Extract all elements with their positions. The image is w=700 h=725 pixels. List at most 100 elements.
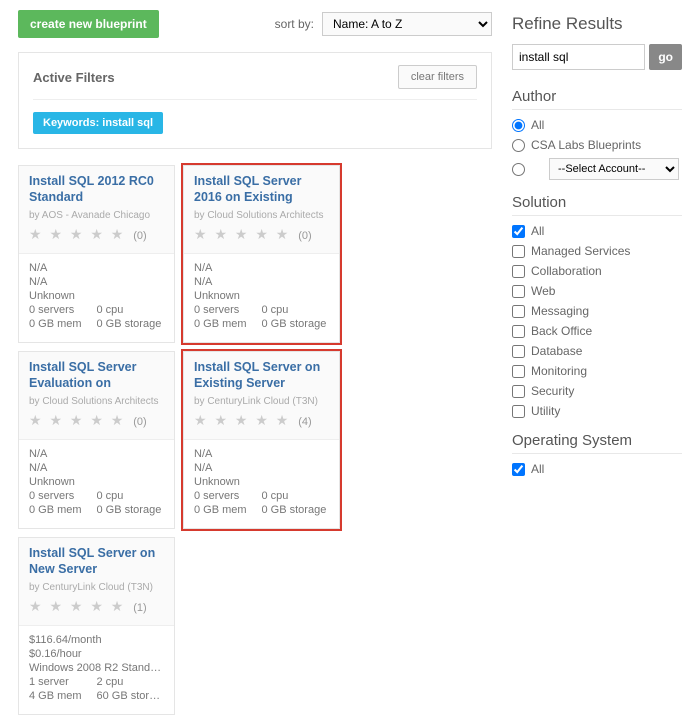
search-input[interactable]	[512, 44, 645, 70]
solution-option-label: Collaboration	[531, 264, 602, 278]
solution-checkbox[interactable]	[512, 245, 525, 258]
card-price-hour: N/A	[194, 462, 329, 474]
card-servers: 1 server	[29, 676, 97, 688]
card-title: Install SQL Server on Existing Server	[194, 360, 329, 392]
solution-option[interactable]: Back Office	[512, 324, 682, 338]
author-radio[interactable]	[512, 119, 525, 132]
solution-option[interactable]: Monitoring	[512, 364, 682, 378]
solution-section: Solution All Managed Services Collaboratio…	[512, 194, 682, 418]
star-rating: ★ ★ ★ ★ ★ (1)	[29, 598, 164, 615]
card-os: Unknown	[194, 290, 329, 302]
create-blueprint-button[interactable]: create new blueprint	[18, 10, 159, 38]
author-option-label: All	[531, 118, 544, 132]
solution-option[interactable]: Messaging	[512, 304, 682, 318]
card-price-hour: N/A	[29, 462, 164, 474]
card-cpu: 0 cpu	[262, 490, 330, 502]
solution-checkbox[interactable]	[512, 225, 525, 238]
card-author: by Cloud Solutions Architects	[194, 210, 329, 221]
solution-option-label: Messaging	[531, 304, 589, 318]
solution-option[interactable]: Utility	[512, 404, 682, 418]
solution-title: Solution	[512, 194, 682, 216]
os-section: Operating System All	[512, 432, 682, 476]
card-storage: 0 GB storage	[97, 318, 165, 330]
card-price-hour: N/A	[29, 276, 164, 288]
author-title: Author	[512, 88, 682, 110]
sort-label: sort by:	[275, 17, 314, 31]
card-mem: 0 GB mem	[194, 504, 262, 516]
card-storage: 0 GB storage	[262, 504, 330, 516]
author-radio-select-account[interactable]	[512, 163, 525, 176]
card-servers: 0 servers	[29, 490, 97, 502]
blueprint-card[interactable]: Install SQL Server on New Serverby Centu…	[18, 537, 175, 715]
card-price-month: N/A	[29, 448, 164, 460]
solution-option[interactable]: Managed Services	[512, 244, 682, 258]
blueprint-grid: Install SQL 2012 RC0 Standardby AOS - Av…	[18, 165, 492, 715]
card-author: by AOS - Avanade Chicago	[29, 210, 164, 221]
card-title: Install SQL Server 2016 on Existing	[194, 174, 329, 206]
clear-filters-button[interactable]: clear filters	[398, 65, 477, 89]
solution-option-label: Security	[531, 384, 574, 398]
solution-option-label: All	[531, 224, 544, 238]
card-cpu: 0 cpu	[262, 304, 330, 316]
card-price-month: N/A	[29, 262, 164, 274]
os-title: Operating System	[512, 432, 682, 454]
star-rating: ★ ★ ★ ★ ★ (0)	[194, 226, 329, 243]
card-price-hour: N/A	[194, 276, 329, 288]
card-title: Install SQL Server on New Server	[29, 546, 164, 578]
filter-tag-keywords[interactable]: Keywords: install sql	[33, 112, 163, 134]
card-price-month: $116.64/month	[29, 634, 164, 646]
card-mem: 0 GB mem	[29, 318, 97, 330]
author-option-label: CSA Labs Blueprints	[531, 138, 641, 152]
solution-option[interactable]: Web	[512, 284, 682, 298]
card-os: Windows 2008 R2 Standard 64	[29, 662, 164, 674]
sort-select[interactable]: Name: A to Z	[322, 12, 492, 36]
solution-option[interactable]: Collaboration	[512, 264, 682, 278]
card-price-hour: $0.16/hour	[29, 648, 164, 660]
author-account-select[interactable]: --Select Account--	[549, 158, 679, 180]
solution-option[interactable]: All	[512, 224, 682, 238]
card-cpu: 2 cpu	[97, 676, 165, 688]
card-os: Unknown	[29, 290, 164, 302]
solution-option[interactable]: Database	[512, 344, 682, 358]
card-price-month: N/A	[194, 262, 329, 274]
card-servers: 0 servers	[194, 490, 262, 502]
author-option[interactable]: All	[512, 118, 682, 132]
solution-option-label: Monitoring	[531, 364, 587, 378]
solution-checkbox[interactable]	[512, 405, 525, 418]
os-option[interactable]: All	[512, 462, 682, 476]
card-cpu: 0 cpu	[97, 490, 165, 502]
blueprint-card[interactable]: Install SQL Server 2016 on Existing by Cl…	[183, 165, 340, 343]
card-cpu: 0 cpu	[97, 304, 165, 316]
card-price-month: N/A	[194, 448, 329, 460]
card-storage: 0 GB storage	[97, 504, 165, 516]
author-option[interactable]: CSA Labs Blueprints	[512, 138, 682, 152]
solution-checkbox[interactable]	[512, 265, 525, 278]
solution-checkbox[interactable]	[512, 385, 525, 398]
blueprint-card[interactable]: Install SQL Server on Existing Serverby …	[183, 351, 340, 529]
blueprint-card[interactable]: Install SQL 2012 RC0 Standardby AOS - Av…	[18, 165, 175, 343]
solution-option-label: Database	[531, 344, 582, 358]
solution-checkbox[interactable]	[512, 285, 525, 298]
card-storage: 0 GB storage	[262, 318, 330, 330]
active-filters-panel: Active Filters clear filters Keywords: i…	[18, 52, 492, 149]
go-button[interactable]: go	[649, 44, 682, 70]
solution-checkbox[interactable]	[512, 365, 525, 378]
card-os: Unknown	[194, 476, 329, 488]
card-servers: 0 servers	[194, 304, 262, 316]
card-author: by Cloud Solutions Architects	[29, 396, 164, 407]
solution-checkbox[interactable]	[512, 325, 525, 338]
os-checkbox[interactable]	[512, 463, 525, 476]
card-mem: 4 GB mem	[29, 690, 97, 702]
solution-option-label: Utility	[531, 404, 560, 418]
blueprint-card[interactable]: Install SQL Server Evaluation onby Cloud…	[18, 351, 175, 529]
solution-checkbox[interactable]	[512, 345, 525, 358]
card-os: Unknown	[29, 476, 164, 488]
solution-option-label: Managed Services	[531, 244, 630, 258]
card-mem: 0 GB mem	[29, 504, 97, 516]
active-filters-title: Active Filters	[33, 70, 115, 85]
solution-option[interactable]: Security	[512, 384, 682, 398]
author-radio[interactable]	[512, 139, 525, 152]
solution-checkbox[interactable]	[512, 305, 525, 318]
card-storage: 60 GB storage	[97, 690, 165, 702]
author-section: Author All CSA Labs Blueprints --Select A…	[512, 88, 682, 180]
